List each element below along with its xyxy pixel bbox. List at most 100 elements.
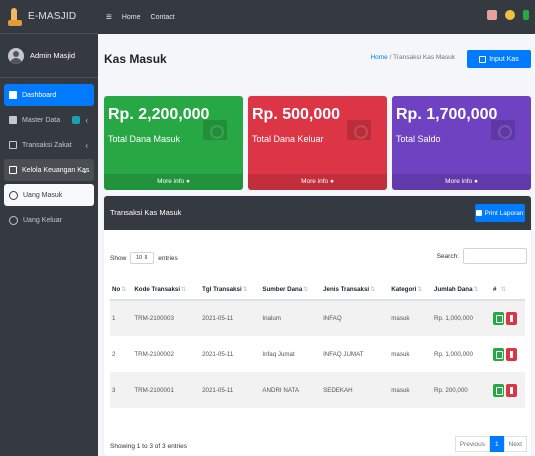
cell-jenis: INFAQ JUMAT xyxy=(323,350,364,358)
table-icon xyxy=(9,166,17,174)
cell-sumber: Inalum xyxy=(260,300,322,336)
column-header[interactable]: Sumber Dana⇅ xyxy=(260,280,322,301)
column-header-label: Kategori xyxy=(391,286,417,293)
menu-icon[interactable]: ≡ xyxy=(106,12,112,23)
card-more-info-link[interactable]: More info ● xyxy=(104,174,243,190)
sort-icon: ⇅ xyxy=(497,286,507,293)
cell-kategori: masuk xyxy=(389,372,433,408)
cell-actions xyxy=(491,336,525,372)
cell-tgl: 2021-05-11 xyxy=(200,300,261,336)
money-icon xyxy=(491,120,515,140)
edit-icon[interactable] xyxy=(493,312,505,325)
main-content: Kas Masuk Home / Transaksi Kas Masuk Inp… xyxy=(98,34,535,456)
cell-kode: TRM-2100001 xyxy=(132,372,201,408)
notification-bell-icon[interactable] xyxy=(505,10,515,20)
sidebar-item-master-data[interactable]: Master Data ‹ xyxy=(4,109,94,131)
pagination-page[interactable]: 1 xyxy=(490,436,504,452)
entries-label: entries xyxy=(158,254,178,262)
panel-header: Transaksi Kas Masuk Print Laporan xyxy=(104,196,531,230)
input-kas-label: Input Kas xyxy=(489,55,519,63)
column-header-label: Jenis Transaksi xyxy=(323,286,370,293)
logo-icon xyxy=(8,7,22,26)
badge-icon xyxy=(72,116,80,124)
showing-entries-text: Showing 1 to 3 of 3 entries xyxy=(110,443,187,450)
page-title: Kas Masuk xyxy=(104,52,167,66)
messages-icon[interactable] xyxy=(487,10,497,20)
more-info-label: More info xyxy=(445,178,473,185)
card-more-info-link[interactable]: More info ● xyxy=(248,174,387,190)
cell-sumber: Infaq Jumat xyxy=(262,350,295,358)
table-header-row: No⇅ Kode Transaksi⇅ Tgl Transaksi⇅ Sumbe… xyxy=(110,280,525,301)
pagination-next[interactable]: Next xyxy=(503,436,527,452)
edit-icon[interactable] xyxy=(493,347,505,361)
nav-home-link[interactable]: Home xyxy=(122,14,141,21)
grid-icon[interactable] xyxy=(523,10,529,20)
column-header[interactable]: Kode Transaksi⇅ xyxy=(132,280,201,301)
breadcrumb-home[interactable]: Home xyxy=(370,54,387,61)
sidebar-menu: Dashboard Master Data ‹ Transaksi Zakat … xyxy=(0,78,98,240)
column-header[interactable]: Kategori⇅ xyxy=(389,280,433,301)
chevron-down-icon: ⌄ xyxy=(81,165,88,175)
topbar-actions xyxy=(487,10,529,20)
sort-icon: ⇅ xyxy=(121,286,127,293)
sidebar-item-kelola-keuangan-kas[interactable]: Kelola Keuangan Kas ⌄ xyxy=(4,159,94,181)
sidebar-item-dashboard[interactable]: Dashboard xyxy=(4,84,94,106)
more-info-label: More info xyxy=(301,178,329,185)
money-icon xyxy=(203,120,227,140)
database-icon xyxy=(9,116,17,124)
brand[interactable]: E-MASJID xyxy=(0,0,98,34)
brand-name: E-MASJID xyxy=(28,11,77,22)
user-panel[interactable]: Admin Masjid xyxy=(0,34,98,78)
table-row: 2 TRM-2100002 2021-05-11 Infaq Jumat INF… xyxy=(110,336,525,372)
column-header-label: Tgl Transaksi xyxy=(202,286,242,293)
entries-select-value: 10 xyxy=(136,255,143,261)
card-more-info-link[interactable]: More info ● xyxy=(392,174,531,190)
breadcrumb: Home / Transaksi Kas Masuk xyxy=(370,54,455,61)
pagination-previous[interactable]: Previous xyxy=(454,436,490,452)
cell-no: 2 xyxy=(112,350,116,358)
column-header[interactable]: Jumlah Dana⇅ xyxy=(432,280,492,301)
cell-kategori: masuk xyxy=(391,350,410,358)
cell-kode: TRM-2100002 xyxy=(134,350,174,358)
sidebar-item-uang-keluar[interactable]: Uang Keluar xyxy=(4,209,94,231)
trash-icon[interactable] xyxy=(506,347,518,361)
sidebar-item-label: Kelola Keuangan Kas xyxy=(22,166,90,174)
column-header[interactable]: Jenis Transaksi⇅ xyxy=(321,280,390,301)
entries-select[interactable]: 10 ⇕ xyxy=(130,252,155,264)
nav-contact-link[interactable]: Contact xyxy=(151,14,175,21)
money-icon xyxy=(347,120,371,140)
transactions-table: No⇅ Kode Transaksi⇅ Tgl Transaksi⇅ Sumbe… xyxy=(110,280,525,408)
edit-icon[interactable] xyxy=(493,383,505,397)
search-input[interactable] xyxy=(463,248,527,264)
column-header-label: No xyxy=(112,286,121,293)
card-total-dana-masuk: Rp. 2,200,000 Total Dana Masuk More info… xyxy=(104,96,243,190)
circle-icon xyxy=(9,215,18,225)
sidebar-item-uang-masuk[interactable]: Uang Masuk xyxy=(4,184,94,206)
card-total-dana-keluar: Rp. 500,000 Total Dana Keluar More info … xyxy=(248,96,387,190)
user-name: Admin Masjid xyxy=(30,51,76,60)
sort-icon: ⇅ xyxy=(473,286,479,293)
column-header[interactable]: No⇅ xyxy=(110,280,133,301)
print-report-button[interactable]: Print Laporan xyxy=(475,204,525,222)
trash-icon[interactable] xyxy=(506,312,518,325)
input-kas-button[interactable]: Input Kas xyxy=(467,50,531,68)
breadcrumb-current: Transaksi Kas Masuk xyxy=(393,54,455,61)
cell-tgl: 2021-05-11 xyxy=(202,350,234,358)
cell-jumlah: Rp. 1,000,000 xyxy=(434,350,473,358)
column-header[interactable]: # ⇅ xyxy=(491,280,525,301)
search-control: Search: xyxy=(437,248,527,264)
summary-cards: Rp. 2,200,000 Total Dana Masuk More info… xyxy=(104,96,531,190)
trash-icon[interactable] xyxy=(506,383,518,397)
sort-icon: ⇅ xyxy=(303,286,309,293)
sidebar-item-label: Uang Keluar xyxy=(23,216,62,224)
sidebar-item-label: Dashboard xyxy=(22,91,57,99)
column-header[interactable]: Tgl Transaksi⇅ xyxy=(200,280,261,301)
column-header-label: Sumber Dana xyxy=(262,286,303,293)
transaction-panel: Transaksi Kas Masuk Print Laporan Show 1… xyxy=(104,196,531,456)
topbar: ≡ Home Contact xyxy=(98,0,535,34)
cell-sumber: ANDRI NATA xyxy=(260,372,322,408)
card-amount: Rp. 1,700,000 xyxy=(396,106,498,123)
sidebar-item-transaksi-zakat[interactable]: Transaksi Zakat ‹ xyxy=(4,134,94,156)
cell-no: 1 xyxy=(110,300,133,336)
cell-jenis: INFAQ xyxy=(321,300,390,336)
